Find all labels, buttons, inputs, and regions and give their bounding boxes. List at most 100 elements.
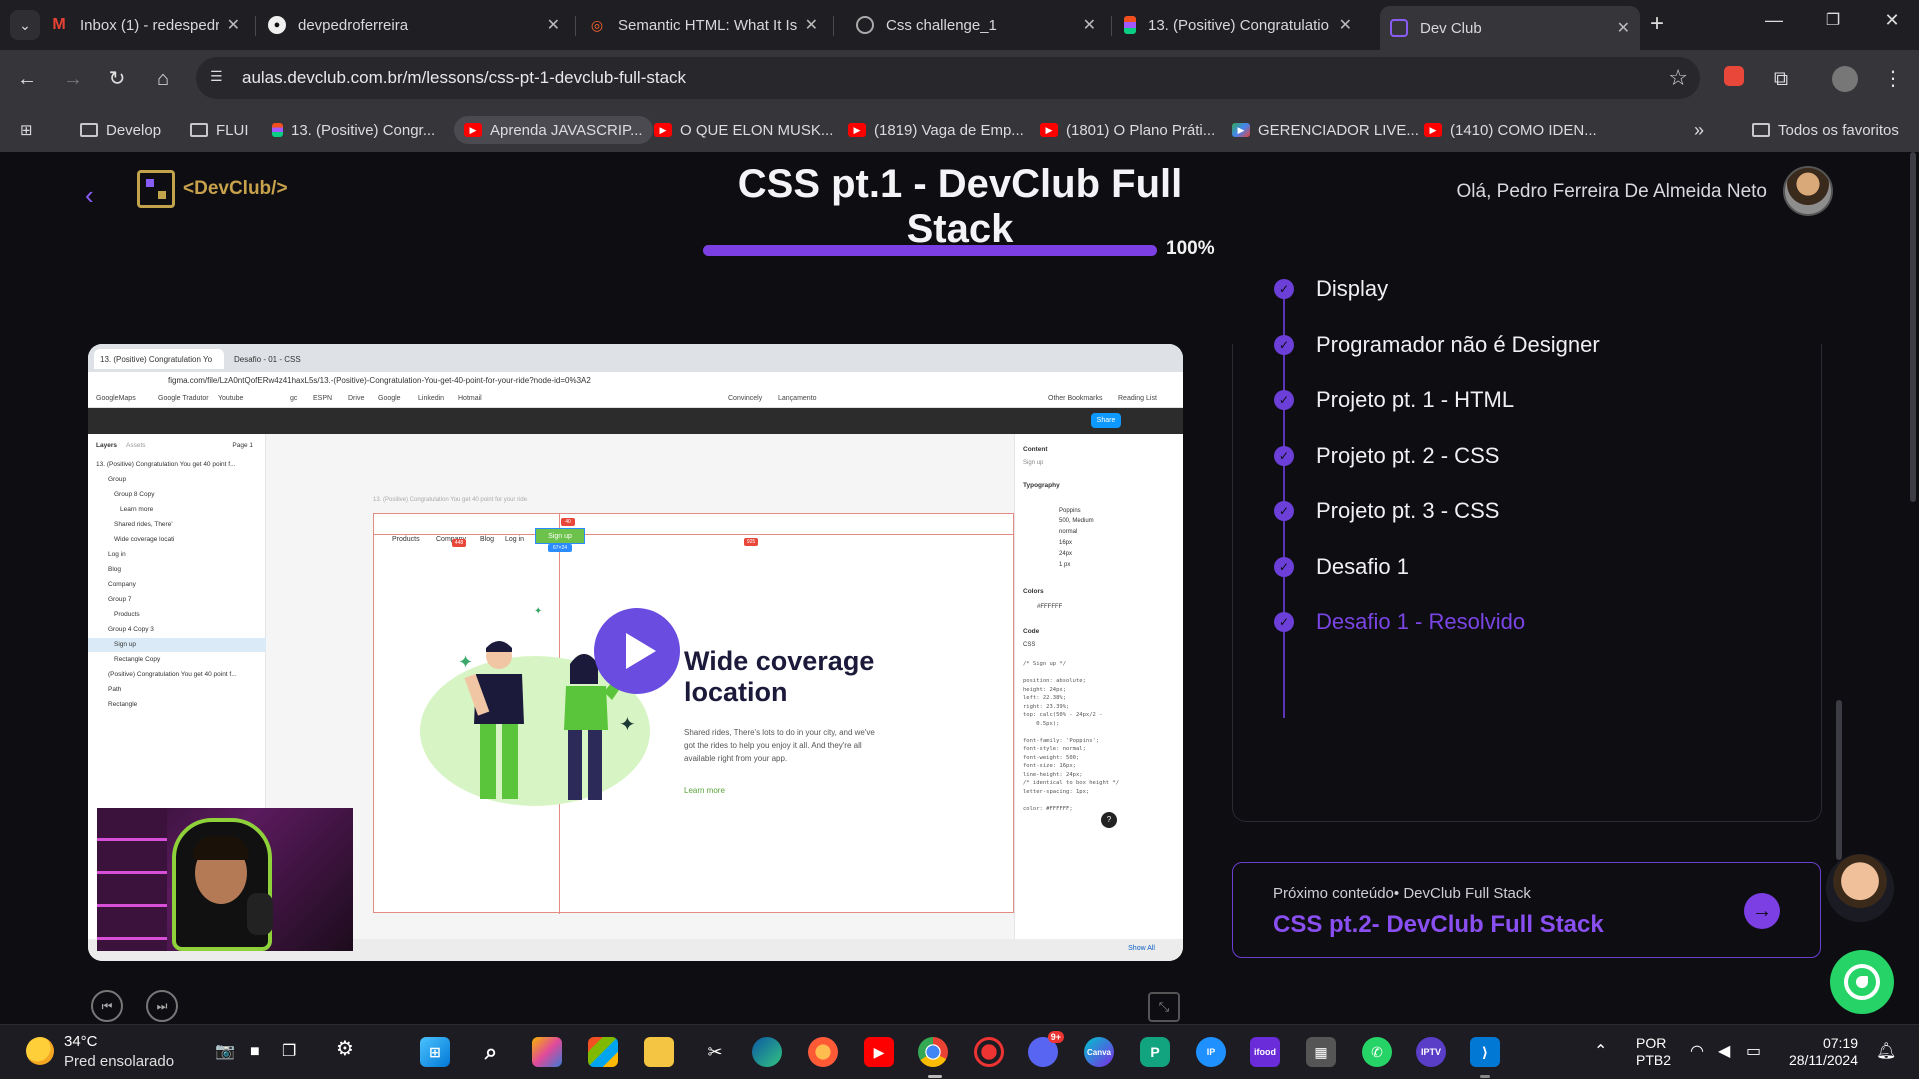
bookmark-item[interactable]: ▶ O QUE ELON MUSK...	[654, 116, 833, 144]
collapse-icon[interactable]: ⤡	[1148, 992, 1180, 1022]
close-icon[interactable]: ✕	[547, 15, 560, 35]
vscode-icon[interactable]: ⟩	[1470, 1037, 1500, 1067]
sidebar-scrollbar[interactable]	[1836, 700, 1842, 860]
reload-icon[interactable]: ↻	[104, 66, 130, 92]
bookmark-item[interactable]: ▶ GERENCIADOR LIVE...	[1232, 116, 1419, 144]
canva-icon[interactable]: Canva	[1084, 1037, 1114, 1067]
capcut-icon[interactable]: ✂	[700, 1037, 730, 1067]
video-player[interactable]: 13. (Positive) Congratulation Yo Desafio…	[88, 344, 1183, 961]
bookmark-item[interactable]: ▶ (1819) Vaga de Emp...	[848, 116, 1024, 144]
chevron-up-icon[interactable]: ⌃	[1594, 1043, 1607, 1060]
close-icon[interactable]: ✕	[227, 15, 240, 35]
close-icon[interactable]: ✕	[1083, 15, 1096, 35]
module-item[interactable]: ✓ Desafio 1 - Resolvido	[1274, 608, 1525, 636]
tab-search-button[interactable]: ⌄	[10, 10, 40, 40]
calculator-icon[interactable]: ▦	[1306, 1037, 1336, 1067]
close-icon[interactable]: ✕	[1339, 15, 1352, 35]
user-avatar[interactable]	[1783, 166, 1833, 216]
ifood-icon[interactable]: ifood	[1250, 1037, 1280, 1067]
module-item[interactable]: ✓ Projeto pt. 2 - CSS	[1274, 442, 1499, 470]
address-bar[interactable]: ☰ aulas.devclub.com.br/m/lessons/css-pt-…	[196, 57, 1700, 99]
module-item[interactable]: ✓ Programador não é Designer	[1274, 331, 1600, 359]
tab-github[interactable]: ● devpedroferreira ✕	[258, 8, 570, 42]
tab-devclub[interactable]: Dev Club ✕	[1380, 6, 1640, 50]
iptv-icon[interactable]: IPTV	[1416, 1037, 1446, 1067]
back-chevron-icon[interactable]: ‹	[85, 180, 94, 211]
windows-icon[interactable]: ❐	[282, 1043, 296, 1060]
all-bookmarks-folder[interactable]: Todos os favoritos	[1752, 116, 1899, 144]
record-icon[interactable]	[974, 1037, 1004, 1067]
apps-grid-icon[interactable]: ⊞	[20, 116, 33, 144]
module-item[interactable]: ✓ Desafio 1	[1274, 553, 1409, 581]
bookmark-star-icon[interactable]: ☆	[1668, 65, 1688, 91]
profile-avatar[interactable]	[1832, 66, 1858, 92]
bookmark-folder[interactable]: FLUI	[190, 116, 249, 144]
bookmark-item[interactable]: ▶ Aprenda JAVASCRIP...	[454, 116, 653, 144]
forward-icon[interactable]: →	[60, 66, 86, 92]
app-icon[interactable]: IP	[1196, 1037, 1226, 1067]
tab-gmail[interactable]: M Inbox (1) - redespedroferre ✕	[40, 8, 250, 42]
previous-lesson-button[interactable]: ⏮	[91, 990, 123, 1022]
home-icon[interactable]: ⌂	[150, 66, 176, 92]
restore-icon[interactable]: ❐	[1818, 10, 1848, 30]
battery-icon[interactable]: ▭	[1746, 1043, 1761, 1060]
tab-css-challenge[interactable]: Css challenge_1 ✕	[846, 8, 1106, 42]
start-icon[interactable]: ⊞	[420, 1037, 450, 1067]
bookmark-item[interactable]: 13. (Positive) Congr...	[272, 116, 435, 144]
page-scrollbar[interactable]	[1910, 152, 1916, 502]
tab-separator	[255, 16, 256, 36]
layer-item: Products	[114, 611, 140, 618]
more-bookmarks-button[interactable]: »	[1694, 116, 1704, 144]
camera-icon[interactable]: 📷	[215, 1043, 235, 1060]
close-icon[interactable]: ✕	[1617, 18, 1630, 38]
file-explorer-icon[interactable]	[644, 1037, 674, 1067]
extension-icon[interactable]	[1724, 66, 1744, 86]
firefox-icon[interactable]	[808, 1037, 838, 1067]
store-icon[interactable]	[588, 1037, 618, 1067]
minimize-icon[interactable]: —	[1759, 10, 1789, 31]
language-indicator[interactable]: POR PTB2	[1636, 1035, 1671, 1069]
close-window-icon[interactable]: ✕	[1877, 10, 1907, 31]
close-icon[interactable]: ✕	[805, 15, 818, 35]
figma-inspect-panel: Content Sign up Typography Poppins 500, …	[1014, 434, 1183, 939]
clock[interactable]: 07:19 28/11/2024	[1782, 1035, 1858, 1069]
tab-figma[interactable]: 13. (Positive) Congratulatio ✕	[1114, 8, 1362, 42]
search-icon[interactable]: ⌕	[476, 1037, 506, 1067]
video-camera-icon[interactable]: ■	[250, 1043, 260, 1060]
youtube-icon[interactable]: ▶	[864, 1037, 894, 1067]
module-item[interactable]: ✓ Projeto pt. 1 - HTML	[1274, 386, 1514, 414]
arrow-right-icon[interactable]: →	[1744, 893, 1780, 929]
back-icon[interactable]: ←	[14, 66, 40, 92]
pycharm-icon[interactable]: P	[1140, 1037, 1170, 1067]
volume-icon[interactable]: ◀	[1718, 1043, 1730, 1060]
bookmark-label: GERENCIADOR LIVE...	[1258, 121, 1419, 139]
notification-bell-icon[interactable]: 🔔︎	[1876, 1043, 1896, 1060]
tab-semantic-html[interactable]: ◎ Semantic HTML: What It Is ✕	[578, 8, 828, 42]
next-content-card[interactable]: Próximo conteúdo• DevClub Full Stack CSS…	[1232, 862, 1821, 958]
chrome-icon[interactable]	[918, 1037, 948, 1067]
whatsapp-button[interactable]	[1830, 950, 1894, 1014]
module-item[interactable]: ✓ Projeto pt. 3 - CSS	[1274, 497, 1499, 525]
new-tab-button[interactable]: +	[1650, 10, 1664, 38]
devclub-logo[interactable]: <DevClub/>	[137, 170, 288, 208]
prop-heading: Content	[1023, 446, 1048, 453]
bookmark-item[interactable]: ▶ (1410) COMO IDEN...	[1424, 116, 1597, 144]
copilot-icon[interactable]	[532, 1037, 562, 1067]
gear-icon[interactable]: ⚙	[336, 1039, 354, 1059]
memoji-avatar[interactable]	[1826, 854, 1894, 922]
wifi-icon[interactable]: ◠	[1690, 1043, 1704, 1060]
measure-badge: 925	[744, 538, 758, 546]
bookmark-item[interactable]: ▶ (1801) O Plano Práti...	[1040, 116, 1215, 144]
menu-dots-icon[interactable]: ⋮	[1880, 66, 1906, 92]
sun-icon[interactable]	[26, 1037, 54, 1065]
bookmark-folder[interactable]: Develop	[80, 116, 161, 144]
play-button[interactable]	[594, 608, 680, 694]
edge-icon[interactable]	[752, 1037, 782, 1067]
module-label: Programador não é Designer	[1316, 331, 1600, 357]
whatsapp-taskbar-icon[interactable]: ✆	[1362, 1037, 1392, 1067]
module-item[interactable]: ✓ Display	[1274, 275, 1388, 303]
extensions-puzzle-icon[interactable]: ⧉	[1768, 66, 1794, 92]
next-lesson-button[interactable]: ⏭	[146, 990, 178, 1022]
discord-icon[interactable]: 9+	[1028, 1031, 1064, 1067]
site-info-icon[interactable]: ☰	[210, 68, 230, 88]
